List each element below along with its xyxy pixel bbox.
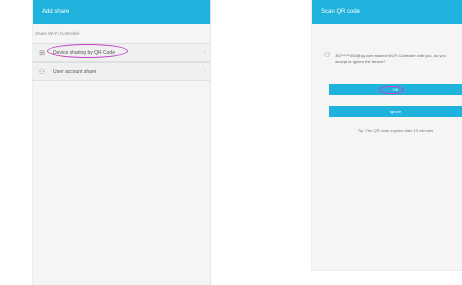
ignore-button-label: Ignore [389,109,402,114]
user-account-share-row[interactable]: ⚇ User account share › [33,62,210,81]
highlight-oval [47,44,128,58]
ignore-button[interactable]: Ignore [329,106,462,117]
divider-line [210,0,211,285]
chevron-right-icon: › [204,68,206,75]
right-app-bar: Scan QR code [312,0,462,24]
user-account-share-label: User account share [53,68,97,75]
right-phone-screen: Scan QR code ⚇ 307*****303@qq.com shared… [312,0,462,270]
ok-highlight-oval [379,86,404,94]
left-app-bar: Add share [33,0,210,24]
left-title: Add share [42,9,70,15]
tip-text: Tip: The QR code expires after 10 minute… [357,128,434,133]
share-message: ⚇ 307*****303@qq.com shared Wi-Fi Contro… [324,52,458,65]
right-title: Scan QR code [321,9,361,15]
user-icon: ⚇ [38,68,46,76]
chevron-right-icon: › [204,49,206,56]
share-message-text: 307*****303@qq.com shared Wi-Fi Controll… [335,53,446,64]
left-phone-screen: Add share Share Wi-Fi Controller ⊞ Devic… [33,0,210,285]
section-label: Share Wi-Fi Controller [35,31,80,36]
user-icon: ⚇ [324,52,331,59]
